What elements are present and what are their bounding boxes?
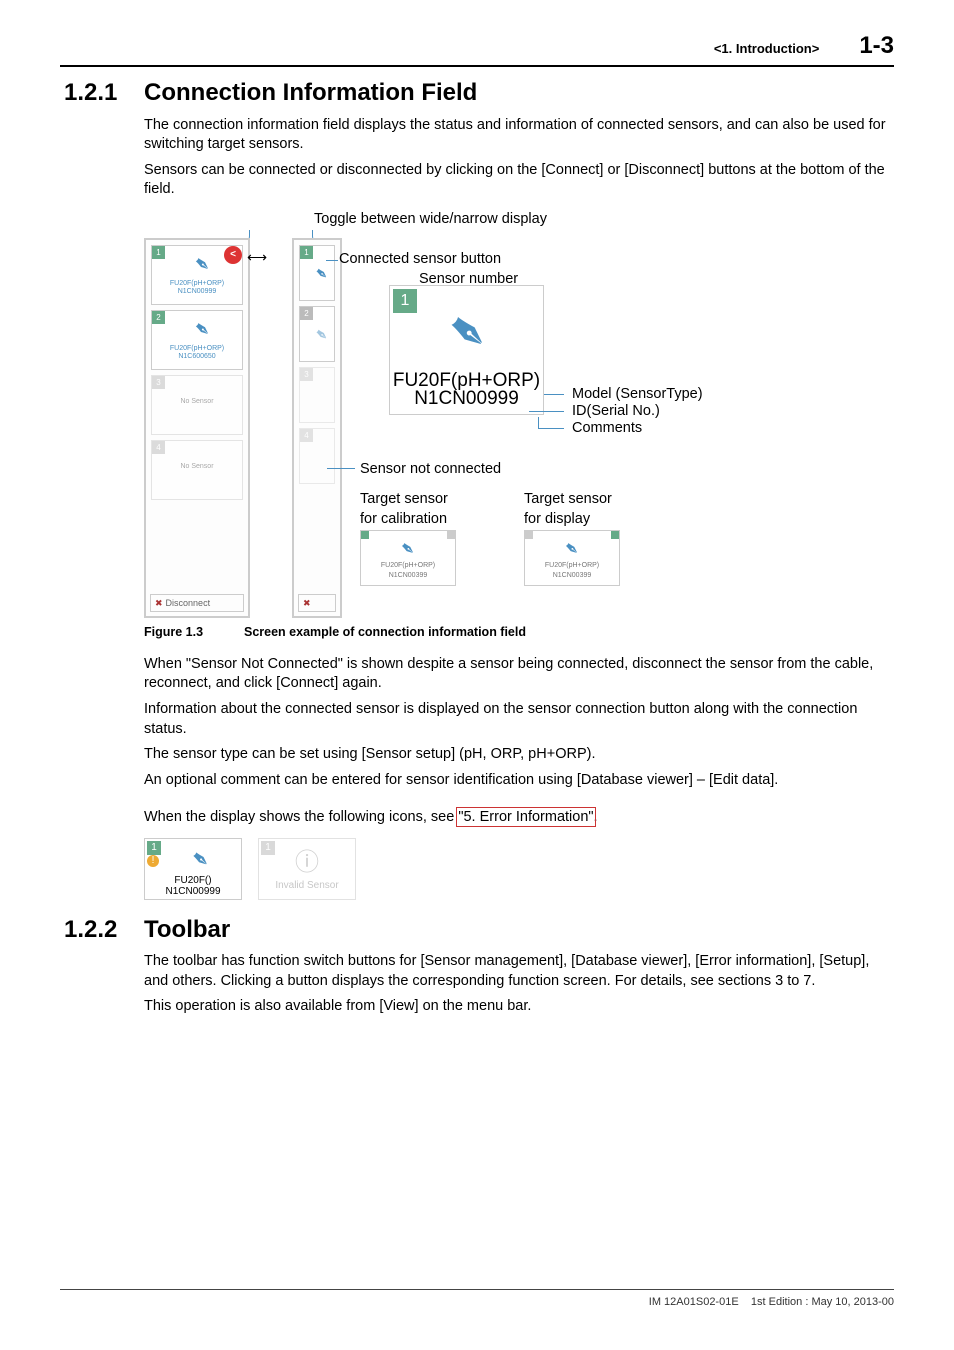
disconnect-button[interactable]: ✖Disconnect	[150, 594, 244, 612]
toggle-collapse-icon[interactable]: <	[224, 246, 242, 264]
sensor-chip-narrow-1[interactable]: 1✒	[299, 245, 335, 301]
chip-number-badge: 2	[152, 311, 165, 324]
annotation-target-cal: Target sensor for calibration	[360, 490, 448, 529]
icon-row: 1 ! ✒ FU20F() N1CN00999 1 ⓘ Invalid Sens…	[144, 838, 894, 900]
sec1-para2: Sensors can be connected or disconnected…	[144, 161, 894, 200]
section-1-2-2-heading: 1.2.2 Toolbar	[60, 914, 894, 946]
target-corner-marker	[447, 531, 455, 539]
sensor-pen-icon: ✒	[525, 531, 619, 561]
target-chip-calibration: ✒ FU20F(pH+ORP) N1CN00399	[360, 530, 456, 586]
annotation-toggle: Toggle between wide/narrow display	[314, 210, 547, 230]
annotation-comments: Comments	[572, 419, 642, 439]
chip-label: FU20F(pH+ORP) N1CN00999	[152, 279, 242, 296]
card-label: Invalid Sensor	[259, 879, 355, 893]
heading-title: Connection Information Field	[144, 77, 477, 109]
page-footer: IM 12A01S02-01E 1st Edition : May 10, 20…	[649, 1295, 894, 1310]
annotation-target-disp: Target sensor for display	[524, 490, 612, 529]
chip-label: FU20F(pH+ORP) N1C600650	[152, 344, 242, 361]
chip-label: No Sensor	[152, 441, 242, 472]
post-para2: Information about the connected sensor i…	[144, 700, 894, 739]
target-chip-display: ✒ FU20F(pH+ORP) N1CN00399	[524, 530, 620, 586]
section-1-2-1-heading: 1.2.1 Connection Information Field	[60, 77, 894, 109]
sec2-para2: This operation is also available from [V…	[144, 997, 894, 1017]
annotation-line	[539, 428, 564, 429]
sensor-pen-icon: ✒	[300, 307, 334, 347]
annotation-line	[327, 468, 355, 469]
figure-1-3: Toggle between wide/narrow display 1 ✒ F…	[144, 210, 894, 620]
warning-icon: !	[147, 855, 159, 867]
card-number-badge: 1	[261, 841, 275, 855]
target-corner-marker	[361, 531, 369, 539]
sensor-pen-icon: ✒	[152, 311, 242, 344]
sec2-para1: The toolbar has function switch buttons …	[144, 952, 894, 991]
chip-number-badge: 4	[152, 441, 165, 454]
wide-panel: 1 ✒ FU20F(pH+ORP) N1CN00999 2 ✒ FU20F(pH…	[144, 238, 250, 618]
invalid-sensor-card: 1 ⓘ Invalid Sensor	[258, 838, 356, 900]
target-chip-label: FU20F(pH+ORP) N1CN00399	[361, 561, 455, 580]
page-header: <1. Introduction> 1-3	[60, 30, 894, 65]
sensor-chip-enlarged: 1 ✒ FU20F(pH+ORP) N1CN00999	[389, 285, 544, 415]
heading-number: 1.2.1	[60, 77, 144, 109]
annotation-not-connected: Sensor not connected	[360, 460, 501, 480]
sensor-chip-2[interactable]: 2 ✒ FU20F(pH+ORP) N1C600650	[151, 310, 243, 370]
annotation-connected: Connected sensor button	[339, 250, 501, 270]
sensor-chip-4[interactable]: 4 No Sensor	[151, 440, 243, 500]
chip-number-badge: 4	[300, 429, 313, 442]
sensor-pen-icon: ✒	[361, 531, 455, 561]
sensor-chip-narrow-2[interactable]: 2✒	[299, 306, 335, 362]
chip-id-label: N1CN00999	[380, 386, 553, 412]
chip-number-badge: 1	[300, 246, 313, 259]
annotation-line	[326, 260, 338, 261]
sec1-para1: The connection information field display…	[144, 116, 894, 155]
chip-label: No Sensor	[152, 376, 242, 407]
figure-number: Figure 1.3	[144, 624, 244, 641]
heading-title: Toolbar	[144, 914, 230, 946]
target-chip-label: FU20F(pH+ORP) N1CN00399	[525, 561, 619, 580]
header-page-number: 1-3	[859, 30, 894, 62]
post-para3: The sensor type can be set using [Sensor…	[144, 745, 894, 765]
sensor-chip-3[interactable]: 3 No Sensor	[151, 375, 243, 435]
chip-number-badge: 1	[152, 246, 165, 259]
header-rule: <1. Introduction> 1-3	[60, 30, 894, 67]
annotation-line	[544, 394, 564, 395]
toggle-arrow-icon: ⟷	[247, 248, 267, 267]
target-corner-marker	[525, 531, 533, 539]
sensor-chip-narrow-3[interactable]: 3	[299, 367, 335, 423]
disconnect-icon: ✖	[155, 597, 163, 609]
target-corner-marker	[611, 531, 619, 539]
figure-caption: Figure 1.3Screen example of connection i…	[144, 624, 894, 641]
annotation-line	[529, 411, 564, 412]
chip-number-badge-large: 1	[393, 289, 417, 313]
post-para1: When "Sensor Not Connected" is shown des…	[144, 655, 894, 694]
figure-caption-text: Screen example of connection information…	[244, 625, 526, 639]
post-para5: When the display shows the following ico…	[144, 808, 894, 828]
disconnect-label: Disconnect	[166, 597, 211, 609]
disconnect-button-narrow[interactable]: ✖	[298, 594, 336, 612]
card-number-badge: 1	[147, 841, 161, 855]
narrow-panel: 1✒ 2✒ 3 4 ✖	[292, 238, 342, 618]
heading-number: 1.2.2	[60, 914, 144, 946]
warning-sensor-card: 1 ! ✒ FU20F() N1CN00999	[144, 838, 242, 900]
post-para4: An optional comment can be entered for s…	[144, 771, 894, 791]
footer-edition: 1st Edition : May 10, 2013-00	[751, 1296, 894, 1308]
header-section: <1. Introduction>	[714, 40, 819, 58]
footer-im: IM 12A01S02-01E	[649, 1296, 739, 1308]
chip-number-badge: 3	[300, 368, 313, 381]
card-label: FU20F() N1CN00999	[145, 875, 241, 897]
annotation-line	[538, 417, 539, 429]
chip-number-badge: 3	[152, 376, 165, 389]
footer-rule	[60, 1289, 894, 1290]
error-info-link[interactable]: "5. Error Information"	[458, 809, 593, 825]
disconnect-icon: ✖	[303, 597, 311, 609]
post-para5-a: When the display shows the following ico…	[144, 809, 458, 825]
sensor-chip-narrow-4[interactable]: 4	[299, 428, 335, 484]
